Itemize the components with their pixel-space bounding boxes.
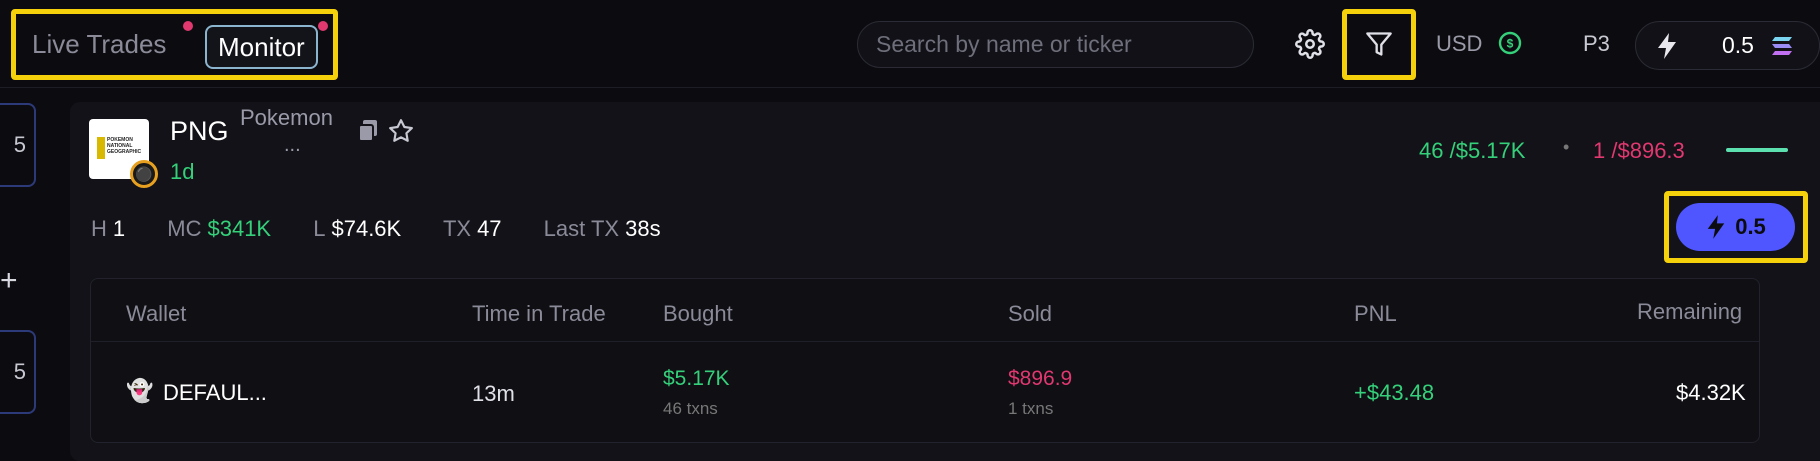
sidebar-item-label: 5 <box>13 132 26 157</box>
svg-text:$: $ <box>1507 37 1514 51</box>
pnl-value: +$43.48 <box>1354 380 1435 405</box>
buys-summary: 46 /$5.17K <box>1419 138 1525 164</box>
token-name: Pokemon <box>240 105 333 130</box>
top-bar: Live Trades Monitor USD $ P3 0.5 <box>0 0 1820 88</box>
remaining-value: $4.32K <box>1676 380 1746 405</box>
pill-badge-icon: ⚫ <box>130 160 158 188</box>
buys-value: /$5.17K <box>1449 138 1526 163</box>
add-icon[interactable]: + <box>0 264 18 298</box>
trades-table <box>90 278 1760 443</box>
copy-icon[interactable] <box>355 118 381 144</box>
col-header-sold[interactable]: Sold <box>1008 301 1052 327</box>
settings-gear-icon[interactable] <box>1293 27 1327 61</box>
bought-txns: 46 txns <box>663 399 718 418</box>
currency-swap-icon[interactable]: $ <box>1497 30 1523 56</box>
buys-count: 46 <box>1419 138 1444 163</box>
lightning-icon <box>1654 31 1680 61</box>
live-trades-notification-dot <box>183 21 193 31</box>
sold-value: $896.9 <box>1008 367 1073 390</box>
col-header-pnl[interactable]: PNL <box>1354 301 1397 327</box>
tab-live-trades[interactable]: Live Trades <box>32 29 166 60</box>
lightning-icon <box>1707 215 1725 239</box>
preset-label[interactable]: P3 <box>1583 31 1610 57</box>
tx-label: TX <box>442 216 472 241</box>
sells-count: 1 <box>1593 138 1606 163</box>
holders-value: 1 <box>112 216 126 241</box>
market-cap-label: MC <box>167 216 202 241</box>
sidebar-item-1[interactable]: 5 <box>0 103 36 187</box>
header-divider <box>91 341 1759 342</box>
bought-value: $5.17K <box>663 367 730 390</box>
token-name-truncated: ... <box>284 134 301 156</box>
token-ticker[interactable]: PNG <box>170 116 229 147</box>
tab-monitor[interactable]: Monitor <box>205 25 318 69</box>
solana-icon <box>1770 35 1794 57</box>
monitor-notification-dot <box>318 21 328 31</box>
token-stats: H1 MC $341K L $74.6K TX 47 Last TX 38s <box>91 216 697 242</box>
search-input[interactable] <box>857 21 1254 68</box>
sells-summary: 1 /$896.3 <box>1593 138 1685 164</box>
sells-value: /$896.3 <box>1611 138 1685 163</box>
wallet-name[interactable]: DEFAUL... <box>163 380 267 406</box>
sidebar-item-2[interactable]: 5 <box>0 330 36 414</box>
col-header-wallet[interactable]: Wallet <box>126 301 186 327</box>
star-icon[interactable] <box>387 117 415 145</box>
col-header-time-in-trade[interactable]: Time in Trade <box>472 301 606 327</box>
separator-dot: • <box>1563 137 1570 157</box>
filter-icon[interactable] <box>1362 27 1396 61</box>
logo-frame-mark <box>97 137 105 159</box>
market-cap-value: $341K <box>207 216 272 241</box>
col-header-bought[interactable]: Bought <box>663 301 733 327</box>
last-tx-value: 38s <box>625 216 661 241</box>
liquidity-label: L <box>313 216 326 241</box>
ghost-icon: 👻 <box>126 378 154 403</box>
col-header-remaining[interactable]: Remaining <box>1637 299 1742 325</box>
tx-value: 47 <box>477 216 502 241</box>
logo-text: POKEMON NATIONAL GEOGRAPHIC <box>107 137 142 155</box>
time-in-trade: 13m <box>472 381 515 406</box>
token-age: 1d <box>170 159 195 184</box>
currency-label[interactable]: USD <box>1436 31 1482 57</box>
sidebar-item-label: 5 <box>13 359 26 384</box>
quick-buy-button[interactable]: 0.5 <box>1676 203 1795 251</box>
last-tx-label: Last TX <box>543 216 620 241</box>
liquidity-value: $74.6K <box>331 216 402 241</box>
sold-txns: 1 txns <box>1008 399 1054 418</box>
holders-label: H <box>91 216 107 241</box>
quick-buy-label: 0.5 <box>1735 214 1766 239</box>
quick-buy-amount-value[interactable]: 0.5 <box>1722 32 1754 59</box>
buy-sell-ratio-bar <box>1726 148 1788 152</box>
